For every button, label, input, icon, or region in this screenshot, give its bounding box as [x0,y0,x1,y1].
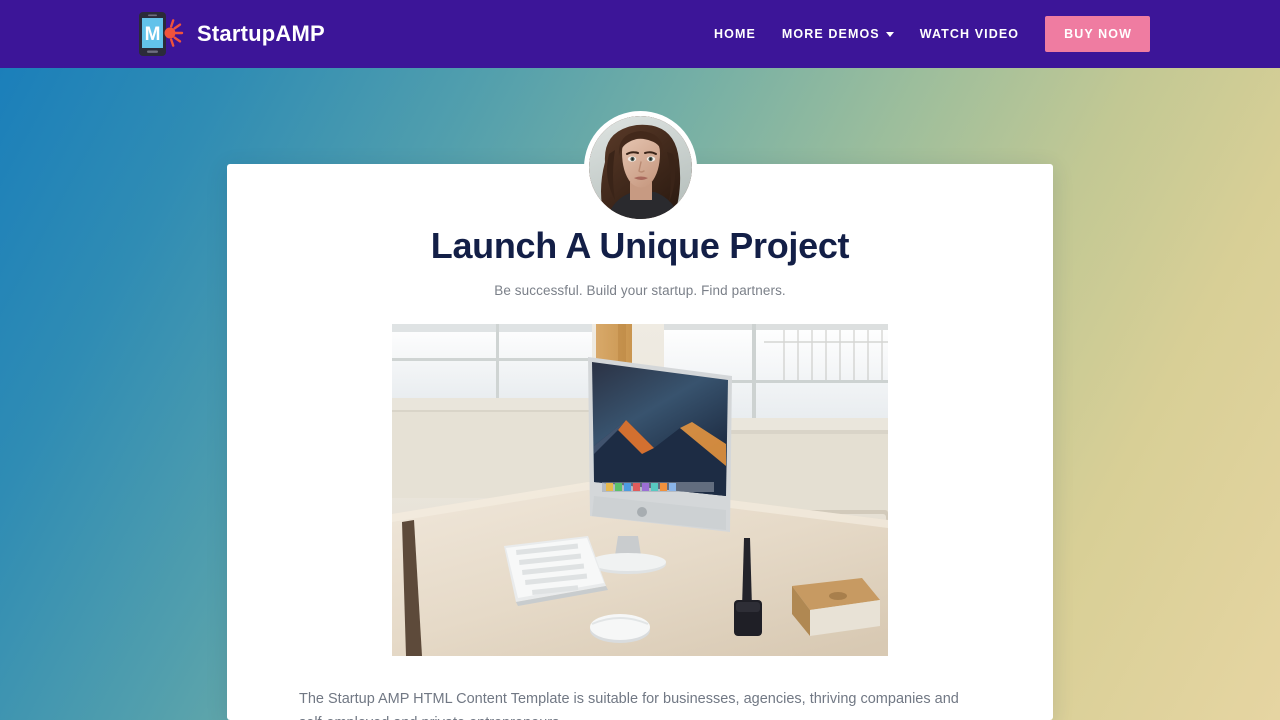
page-root: M StartupAMP Home Mor [0,0,1280,720]
nav-link-home[interactable]: Home [714,27,756,41]
avatar-image [589,116,692,219]
content-card: Launch A Unique Project Be successful. B… [227,164,1053,720]
card-inner: Launch A Unique Project Be successful. B… [227,164,1053,720]
buy-now-button[interactable]: Buy Now [1045,16,1150,52]
top-navbar: M StartupAMP Home Mor [0,0,1280,68]
brand-title: StartupAMP [197,21,325,46]
nav-link-more-demos[interactable]: More Demos [782,27,894,41]
page-subtitle: Be successful. Build your startup. Find … [494,283,786,299]
page-title: Launch A Unique Project [430,225,850,266]
avatar [584,111,697,224]
nav-link-home-label: Home [714,27,756,41]
nav-links: Home More Demos Watch Video Buy Now [714,16,1150,52]
svg-text:M: M [145,24,161,45]
chevron-down-icon [885,31,894,37]
nav-link-more-demos-label: More Demos [781,27,880,41]
hero-desk-photo [392,324,888,657]
phone-megaphone-logo-icon: M [138,10,184,58]
nav-link-watch-video-label: Watch Video [919,27,1020,41]
body-paragraph: The Startup AMP HTML Content Template is… [299,691,959,720]
brand-link[interactable]: M StartupAMP [138,10,325,58]
nav-link-watch-video[interactable]: Watch Video [920,27,1019,41]
